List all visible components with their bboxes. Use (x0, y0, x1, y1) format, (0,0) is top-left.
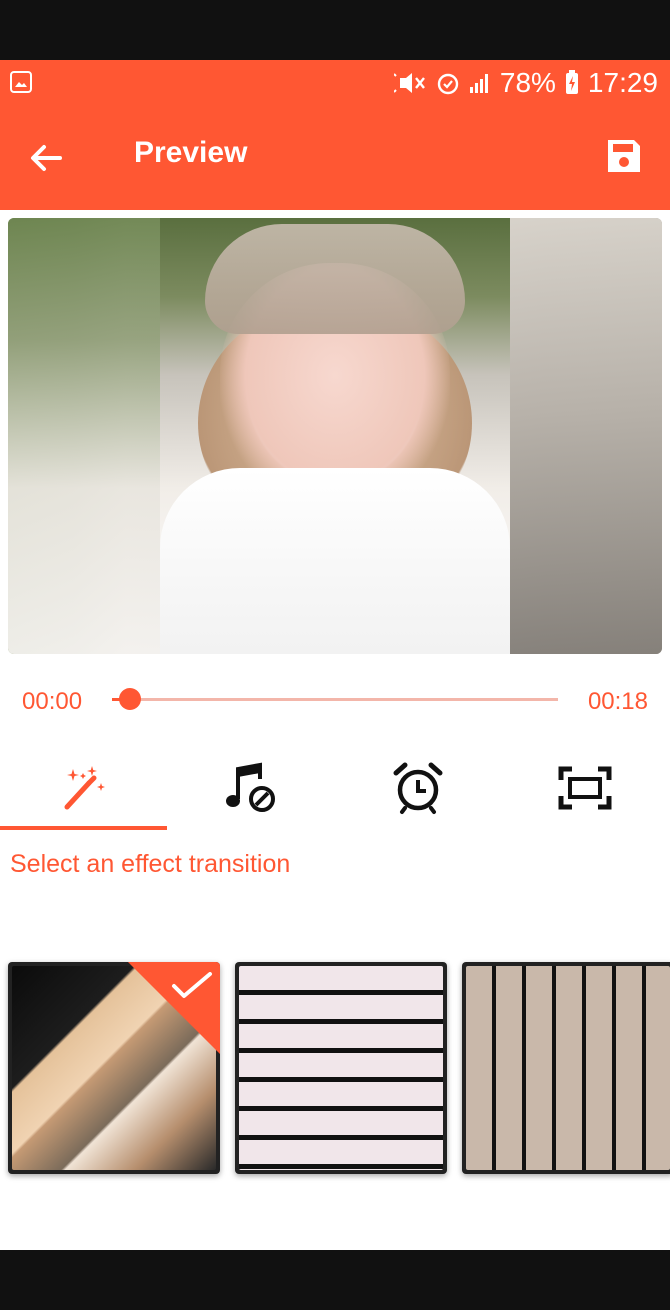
seek-bar[interactable] (112, 688, 558, 710)
transition-thumbnail (466, 966, 670, 1170)
video-preview[interactable] (8, 218, 662, 654)
preview-photo (160, 218, 510, 654)
shirt-shape (160, 468, 510, 654)
checkmark-icon (172, 972, 212, 998)
tab-effects[interactable] (0, 745, 167, 830)
system-bottom-bar (0, 1250, 670, 1310)
alarm-clock-icon (393, 762, 442, 814)
clock: 17:29 (587, 67, 658, 98)
magic-wand-icon (64, 765, 105, 809)
tab-music[interactable] (167, 745, 334, 830)
back-arrow-icon[interactable] (24, 136, 68, 180)
transition-item[interactable] (462, 962, 670, 1174)
gallery-notification-icon (10, 71, 32, 93)
seek-thumb[interactable] (118, 688, 141, 710)
tab-duration[interactable] (334, 745, 501, 830)
transition-thumbnail (239, 966, 443, 1170)
alarm-status-icon (437, 73, 459, 95)
transition-item[interactable] (8, 962, 220, 1174)
page-title: Preview (134, 136, 248, 169)
transition-item[interactable] (235, 962, 447, 1174)
transition-list (0, 962, 670, 1176)
status-bar: 78% 17:29 (0, 60, 670, 106)
battery-percent: 78% (499, 67, 556, 98)
section-label: Select an effect transition (10, 850, 291, 878)
system-top-bar (0, 0, 670, 60)
app-bar: Preview (0, 106, 670, 210)
total-time: 00:18 (587, 688, 648, 715)
blurred-background-right (510, 218, 662, 654)
aspect-ratio-icon (558, 766, 611, 809)
content-area: 00:00 00:18 Select an effect transition (0, 210, 670, 1250)
mute-icon (393, 73, 425, 93)
music-note-icon (225, 762, 275, 812)
current-time: 00:00 (22, 688, 83, 715)
signal-icon (469, 74, 488, 93)
battery-charging-icon (565, 70, 578, 94)
blurred-background-left (8, 218, 160, 654)
editor-tabs (0, 745, 670, 830)
hat-shape (205, 224, 465, 334)
save-icon[interactable] (604, 136, 644, 176)
tab-crop[interactable] (501, 745, 668, 830)
